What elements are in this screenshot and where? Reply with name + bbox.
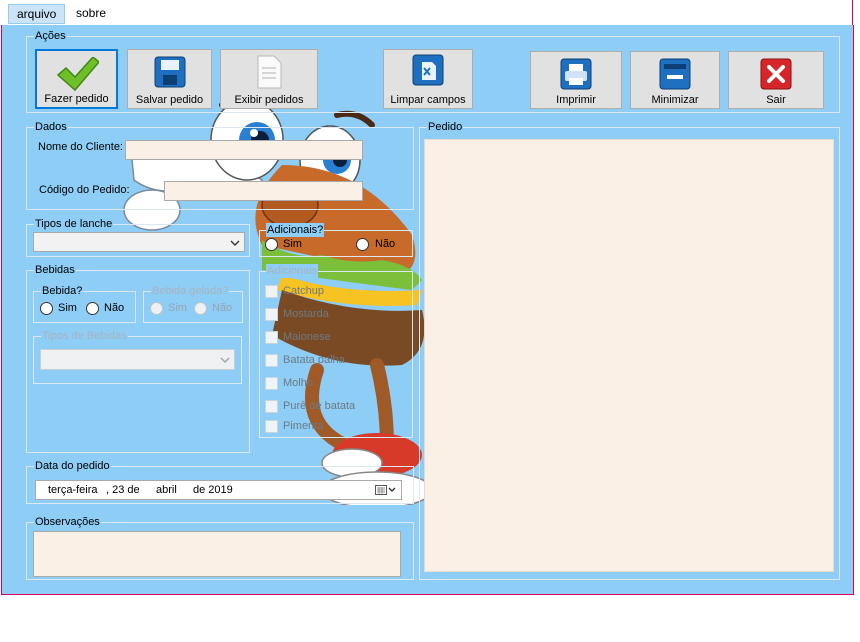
- pedido-textarea[interactable]: [424, 139, 834, 572]
- date-day: , 23 de: [106, 484, 140, 496]
- bebida-gelada-title: Bebida gelada?: [151, 284, 230, 298]
- catchup-label: Catchup: [283, 285, 324, 297]
- pure-batata-label: Purê de batata: [283, 400, 356, 412]
- save-icon: [154, 56, 185, 88]
- tipos-lanche-title: Tipos de lanche: [34, 217, 114, 231]
- tipos-bebidas-group: Tipos de Bebidas: [33, 329, 242, 384]
- mostarda-label: Mostarda: [283, 308, 329, 320]
- molho-checkbox[interactable]: [265, 377, 278, 390]
- adicionais-question-title: Adicionais?: [266, 223, 325, 237]
- tipos-bebidas-select[interactable]: [40, 349, 235, 370]
- bebidas-group: Bebidas Bebida? Sim Não Bebida gelada? S…: [26, 263, 250, 453]
- adicionais-sim-radio[interactable]: [265, 238, 278, 251]
- close-icon: [760, 58, 792, 90]
- date-weekday: terça-feira: [48, 484, 98, 496]
- bebida-nao-radio[interactable]: [86, 302, 99, 315]
- menu-arquivo[interactable]: arquivo: [8, 4, 66, 24]
- clear-fields-icon: [412, 54, 444, 86]
- batata-palha-label: Batata palha: [283, 354, 345, 366]
- salvar-pedido-label: Salvar pedido: [135, 94, 204, 106]
- data-pedido-group: Data do pedido terça-feira , 23 de abril…: [26, 459, 414, 504]
- main-window: Ações Fazer pedido Salvar pedido Exibir …: [1, 25, 854, 595]
- gelada-sim-label: Sim: [168, 302, 187, 314]
- pedido-title: Pedido: [427, 120, 464, 134]
- cliente-name-field[interactable]: [125, 140, 363, 160]
- exibir-pedidos-button[interactable]: Exibir pedidos: [220, 49, 318, 109]
- tipos-lanche-select[interactable]: [33, 232, 245, 252]
- gelada-sim-radio[interactable]: [150, 302, 163, 315]
- observacoes-group: Observações: [26, 515, 414, 580]
- dados-group: Dados Nome do Cliente: Código do Pedido:: [26, 120, 414, 210]
- minimizar-button[interactable]: Minimizar: [630, 51, 720, 109]
- adicionais-group: Adicionais Catchup Mostarda Maionese Bat…: [259, 264, 413, 438]
- checkmark-icon: [56, 57, 99, 92]
- maionese-label: Maionese: [283, 331, 331, 343]
- imprimir-label: Imprimir: [556, 94, 596, 106]
- adicionais-sim-label: Sim: [283, 238, 302, 250]
- adicionais-question-group: Adicionais? Sim Não: [259, 223, 413, 257]
- tipos-lanche-group: Tipos de lanche: [26, 217, 250, 257]
- data-pedido-title: Data do pedido: [34, 459, 111, 473]
- observacoes-title: Observações: [34, 515, 101, 529]
- bebida-nao-label: Não: [104, 302, 125, 314]
- molho-label: Molho: [283, 377, 313, 389]
- observacoes-field[interactable]: [33, 531, 401, 577]
- bebida-sim-label: Sim: [58, 302, 77, 314]
- acoes-group: Ações Fazer pedido Salvar pedido Exibir …: [26, 29, 840, 113]
- cliente-label: Nome do Cliente:: [38, 141, 123, 153]
- catchup-checkbox[interactable]: [265, 285, 278, 298]
- date-month: abril: [156, 484, 177, 496]
- bebida-sim-radio[interactable]: [40, 302, 53, 315]
- mostarda-checkbox[interactable]: [265, 308, 278, 321]
- calendar-dropdown-icon[interactable]: [375, 484, 397, 496]
- adicionais-nao-label: Não: [375, 238, 396, 250]
- limpar-campos-label: Limpar campos: [390, 94, 466, 106]
- pure-batata-checkbox[interactable]: [265, 400, 278, 413]
- batata-palha-checkbox[interactable]: [265, 354, 278, 367]
- document-icon: [257, 55, 282, 89]
- sair-label: Sair: [766, 94, 786, 106]
- date-year: de 2019: [193, 484, 233, 496]
- adicionais-nao-radio[interactable]: [356, 238, 369, 251]
- tipos-bebidas-title: Tipos de Bebidas: [41, 329, 128, 343]
- printer-icon: [560, 58, 592, 90]
- bebida-question-title: Bebida?: [41, 284, 84, 298]
- chevron-down-icon: [230, 240, 240, 246]
- codigo-pedido-field[interactable]: [164, 181, 363, 201]
- acoes-title: Ações: [34, 29, 67, 43]
- minimizar-label: Minimizar: [651, 94, 699, 106]
- sair-button[interactable]: Sair: [728, 51, 824, 109]
- codigo-label: Código do Pedido:: [39, 184, 130, 196]
- bebida-question-group: Bebida? Sim Não: [33, 284, 136, 323]
- pimenta-checkbox[interactable]: [265, 420, 278, 433]
- bebida-gelada-group: Bebida gelada? Sim Não: [143, 284, 243, 323]
- minimize-icon: [659, 58, 691, 90]
- pimenta-label: Pimenta: [283, 420, 324, 432]
- salvar-pedido-button[interactable]: Salvar pedido: [127, 49, 212, 109]
- dados-title: Dados: [34, 120, 68, 134]
- limpar-campos-button[interactable]: Limpar campos: [383, 49, 473, 109]
- menu-bar: arquivo sobre: [0, 0, 853, 25]
- adicionais-title: Adicionais: [266, 264, 319, 278]
- menu-sobre[interactable]: sobre: [68, 4, 114, 22]
- chevron-down-icon: [220, 357, 230, 363]
- exibir-pedidos-label: Exibir pedidos: [234, 94, 304, 106]
- data-pedido-picker[interactable]: terça-feira , 23 de abril de 2019: [35, 480, 402, 500]
- pedido-group: Pedido: [419, 120, 840, 580]
- bebidas-title: Bebidas: [34, 263, 76, 277]
- fazer-pedido-button[interactable]: Fazer pedido: [35, 49, 118, 109]
- imprimir-button[interactable]: Imprimir: [530, 51, 622, 109]
- gelada-nao-label: Não: [212, 302, 233, 314]
- gelada-nao-radio[interactable]: [194, 302, 207, 315]
- fazer-pedido-label: Fazer pedido: [44, 93, 109, 105]
- maionese-checkbox[interactable]: [265, 331, 278, 344]
